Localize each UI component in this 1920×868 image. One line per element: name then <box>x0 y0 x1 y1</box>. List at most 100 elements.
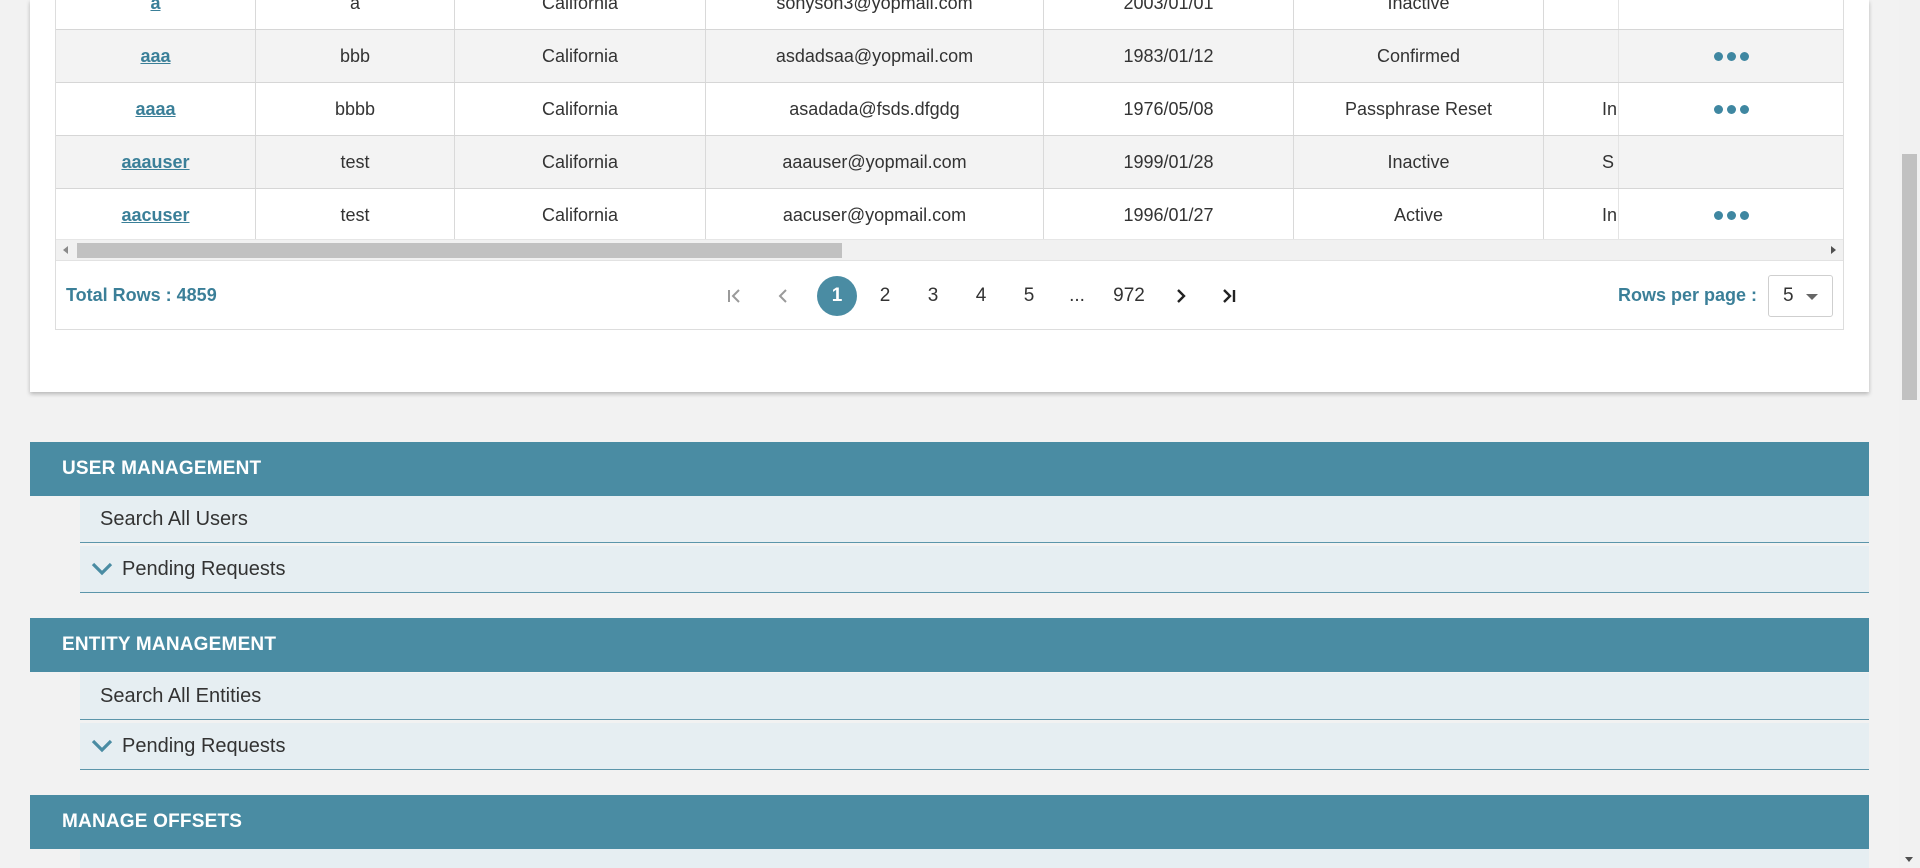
page-button[interactable]: 1 <box>817 276 857 316</box>
pagination-bar: Total Rows : 4859 12345...972 Rows <box>56 260 1843 329</box>
cell-text: sonyson3@yopmail.com <box>776 0 973 13</box>
search-all-entities-link[interactable]: Search All Entities <box>80 673 1869 720</box>
cell-text: aaauser@yopmail.com <box>782 151 967 172</box>
users-table-card: a a California sonyson3@yopmail.com 2003/01/… <box>30 0 1869 392</box>
dob-cell: 1976/05/08 <box>1044 83 1294 135</box>
cell-text: Inactive <box>1387 0 1450 13</box>
scroll-right-arrow-icon[interactable] <box>1831 246 1836 254</box>
username-link[interactable]: aacuser <box>121 205 189 226</box>
status-cell: Passphrase Reset <box>1294 83 1544 135</box>
cell-text: test <box>340 151 370 172</box>
status-cell: Confirmed <box>1294 30 1544 82</box>
page-button[interactable]: 3 <box>913 276 953 316</box>
state-cell: California <box>455 136 706 188</box>
manage-offsets-sub-item[interactable] <box>80 849 1869 868</box>
sub-item-label: Pending Requests <box>122 734 286 757</box>
entity-pending-requests-toggle[interactable]: Pending Requests <box>80 723 1869 770</box>
status-cell: Inactive <box>1294 136 1544 188</box>
more-actions-icon[interactable] <box>1713 210 1749 220</box>
search-all-users-link[interactable]: Search All Users <box>80 496 1869 543</box>
section-title: ENTITY MANAGEMENT <box>62 634 277 655</box>
horizontal-scroll-thumb[interactable] <box>77 243 842 258</box>
user-management-header[interactable]: USER MANAGEMENT <box>30 442 1869 496</box>
scroll-down-arrow-icon[interactable] <box>1905 857 1913 862</box>
extra-cell: S <box>1544 136 1619 188</box>
cell-text: Confirmed <box>1376 45 1461 66</box>
manage-offsets-header[interactable]: MANAGE OFFSETS <box>30 795 1869 849</box>
last-page-icon[interactable] <box>1209 276 1249 316</box>
dob-cell: 1999/01/28 <box>1044 136 1294 188</box>
sub-item-label: Pending Requests <box>122 557 286 580</box>
table-row: aaaa bbbb California asadada@fsds.dfgdg 1976… <box>56 83 1843 136</box>
horizontal-scrollbar[interactable] <box>56 239 1843 260</box>
actions-cell <box>1619 30 1843 82</box>
users-table: a a California sonyson3@yopmail.com 2003/01/… <box>55 0 1844 330</box>
cell-text: In <box>1602 204 1618 225</box>
scroll-left-arrow-icon[interactable] <box>63 246 68 254</box>
entity-management-header[interactable]: ENTITY MANAGEMENT <box>30 618 1869 672</box>
vertical-scroll-thumb[interactable] <box>1902 154 1917 400</box>
section-title: USER MANAGEMENT <box>62 458 262 479</box>
cell-text: S <box>1602 151 1615 172</box>
cell-text: test <box>340 204 370 225</box>
page-ellipsis: ... <box>1069 285 1085 306</box>
cell-text: 2003/01/01 <box>1123 0 1214 13</box>
vertical-scrollbar[interactable] <box>1899 0 1920 868</box>
sub-item-label: Search All Users <box>100 507 248 530</box>
first-page-icon[interactable] <box>715 276 755 316</box>
sub-item-label: Search All Entities <box>100 684 262 707</box>
email-cell: asadada@fsds.dfgdg <box>706 83 1044 135</box>
cell-text: 1976/05/08 <box>1123 98 1214 119</box>
actions-cell <box>1619 136 1843 188</box>
next-page-icon[interactable] <box>1161 276 1201 316</box>
cell-text: a <box>349 0 360 13</box>
actions-cell <box>1619 189 1843 241</box>
page-button[interactable]: 2 <box>865 276 905 316</box>
page-button[interactable]: 4 <box>961 276 1001 316</box>
user-pending-requests-toggle[interactable]: Pending Requests <box>80 546 1869 593</box>
cell-text: asadada@fsds.dfgdg <box>789 98 960 119</box>
dob-cell: 1996/01/27 <box>1044 189 1294 241</box>
cell-text: Active <box>1393 204 1444 225</box>
extra-cell <box>1544 0 1619 29</box>
more-actions-icon[interactable] <box>1713 51 1749 61</box>
page: a a California sonyson3@yopmail.com 2003/01/… <box>0 0 1920 868</box>
page-button[interactable]: 972 <box>1105 276 1153 316</box>
prev-page-icon[interactable] <box>763 276 803 316</box>
name-cell: test <box>256 189 455 241</box>
extra-cell <box>1544 30 1619 82</box>
state-cell: California <box>455 30 706 82</box>
page-button[interactable]: 5 <box>1009 276 1049 316</box>
table-row: aacuser test California aacuser@yopmail.com… <box>56 189 1843 242</box>
more-actions-icon[interactable] <box>1713 104 1749 114</box>
cell-text: 1999/01/28 <box>1123 151 1214 172</box>
username-link[interactable]: a <box>150 0 160 14</box>
dob-cell: 1983/01/12 <box>1044 30 1294 82</box>
cell-text: 1996/01/27 <box>1123 204 1214 225</box>
username-link[interactable]: aaauser <box>121 152 189 173</box>
cell-text: California <box>541 98 619 119</box>
rows-per-page-select[interactable]: 5 <box>1768 275 1833 317</box>
state-cell: California <box>455 83 706 135</box>
name-cell: test <box>256 136 455 188</box>
dob-cell: 2003/01/01 <box>1044 0 1294 29</box>
rows-per-page-value: 5 <box>1783 285 1794 306</box>
actions-cell <box>1619 0 1843 29</box>
cell-text: aacuser@yopmail.com <box>782 204 967 225</box>
name-cell: bbbb <box>256 83 455 135</box>
table-row: a a California sonyson3@yopmail.com 2003/01/… <box>56 0 1843 30</box>
username-cell: aacuser <box>56 189 256 241</box>
cell-text: California <box>541 45 619 66</box>
email-cell: sonyson3@yopmail.com <box>706 0 1044 29</box>
username-link[interactable]: aaaa <box>135 99 175 120</box>
username-cell: aaaa <box>56 83 256 135</box>
name-cell: bbb <box>256 30 455 82</box>
table-body: a a California sonyson3@yopmail.com 2003/01/… <box>56 0 1843 242</box>
username-link[interactable]: aaa <box>140 46 170 67</box>
chevron-down-icon <box>90 738 114 754</box>
name-cell: a <box>256 0 455 29</box>
email-cell: asdadsaa@yopmail.com <box>706 30 1044 82</box>
section-title: MANAGE OFFSETS <box>62 811 243 832</box>
username-cell: aaa <box>56 30 256 82</box>
extra-cell: In <box>1544 189 1619 241</box>
